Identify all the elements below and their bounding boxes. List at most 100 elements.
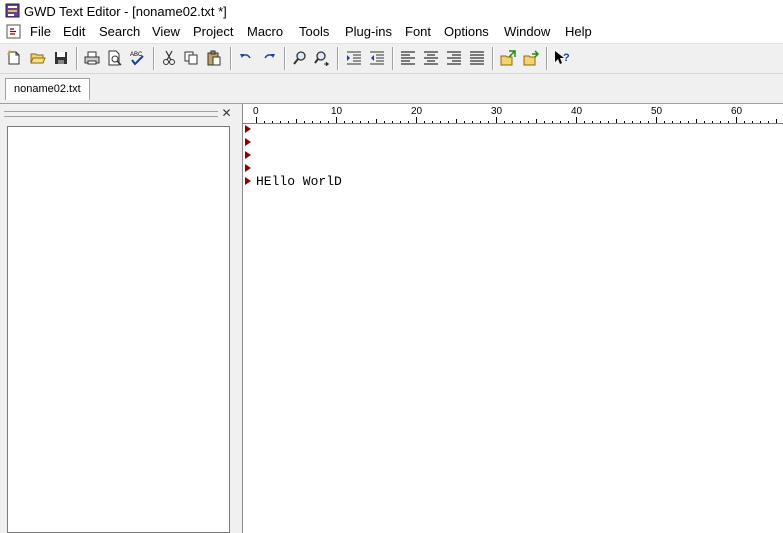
ruler-tick xyxy=(744,121,745,123)
document-tab-bar xyxy=(0,74,783,104)
editor-area[interactable] xyxy=(243,104,783,533)
ruler-tick xyxy=(288,121,289,123)
ruler-tick xyxy=(760,121,761,123)
menu-edit[interactable]: Edit xyxy=(63,24,85,39)
ruler-tick xyxy=(552,121,553,123)
ruler-tick xyxy=(656,117,657,123)
ruler-tick xyxy=(320,121,321,123)
panel-grip[interactable] xyxy=(4,111,218,117)
ruler-tick xyxy=(504,121,505,123)
menu-tools[interactable]: Tools xyxy=(299,24,329,39)
ruler-tick xyxy=(776,119,777,123)
ruler-tick xyxy=(264,121,265,123)
ruler-tick xyxy=(640,121,641,123)
outdent-icon[interactable] xyxy=(367,48,387,68)
menu-window[interactable]: Window xyxy=(504,24,550,39)
menu-macro[interactable]: Macro xyxy=(247,24,283,39)
ruler-tick xyxy=(712,121,713,123)
ruler-tick xyxy=(384,121,385,123)
ruler-tick xyxy=(472,121,473,123)
save-icon[interactable] xyxy=(51,48,71,68)
copy-icon[interactable] xyxy=(181,48,201,68)
ruler-tick xyxy=(352,121,353,123)
toolbar-separator xyxy=(546,47,548,70)
file-list[interactable] xyxy=(7,126,230,533)
app-icon xyxy=(5,3,20,18)
find-replace-icon[interactable] xyxy=(312,48,332,68)
menu-help[interactable]: Help xyxy=(565,24,592,39)
redo-icon[interactable] xyxy=(259,48,279,68)
window-title: GWD Text Editor - [noname02.txt *] xyxy=(24,4,227,19)
print-preview-icon[interactable] xyxy=(105,48,125,68)
align-center-icon[interactable] xyxy=(421,48,441,68)
toolbar-separator xyxy=(492,47,494,70)
line-marker-icon xyxy=(245,138,251,146)
ruler-tick xyxy=(768,121,769,123)
ruler-tick xyxy=(272,121,273,123)
menu-font[interactable]: Font xyxy=(405,24,431,39)
ruler-tick xyxy=(576,117,577,123)
close-icon[interactable]: ✕ xyxy=(220,107,233,120)
align-left-icon[interactable] xyxy=(398,48,418,68)
ruler-tick xyxy=(312,121,313,123)
indent-icon[interactable] xyxy=(344,48,364,68)
ruler-tick xyxy=(360,121,361,123)
menu-search[interactable]: Search xyxy=(99,24,140,39)
menu-project[interactable]: Project xyxy=(193,24,233,39)
menu-plugins[interactable]: Plug-ins xyxy=(345,24,392,39)
ruler-tick xyxy=(704,121,705,123)
ruler-tick xyxy=(344,121,345,123)
ruler-label: 60 xyxy=(731,106,743,117)
ruler-tick xyxy=(528,121,529,123)
ruler-tick xyxy=(600,121,601,123)
toolbar-separator xyxy=(230,47,232,70)
ruler-tick xyxy=(608,121,609,123)
ruler-tick xyxy=(424,121,425,123)
line-marker-icon xyxy=(245,177,251,185)
document-menu-icon[interactable] xyxy=(6,24,21,39)
ruler-label: 0 xyxy=(253,106,259,117)
ruler-tick xyxy=(720,121,721,123)
menu-file[interactable]: File xyxy=(30,24,51,39)
justify-icon[interactable] xyxy=(467,48,487,68)
ruler-tick xyxy=(280,121,281,123)
ruler-tick xyxy=(544,121,545,123)
ruler-tick xyxy=(440,121,441,123)
ruler-tick xyxy=(296,119,297,123)
ruler-tick xyxy=(560,121,561,123)
align-right-icon[interactable] xyxy=(444,48,464,68)
open-folder-icon[interactable] xyxy=(28,48,48,68)
ruler-tick xyxy=(416,117,417,123)
ruler-tick xyxy=(480,121,481,123)
ruler-tick xyxy=(672,121,673,123)
find-icon[interactable] xyxy=(290,48,310,68)
tab-noname02[interactable]: noname02.txt xyxy=(5,78,90,100)
editor-text-line[interactable]: HEllo WorlD xyxy=(256,174,342,189)
ruler-tick xyxy=(536,119,537,123)
menu-options[interactable]: Options xyxy=(444,24,489,39)
cut-icon[interactable] xyxy=(159,48,179,68)
ruler-label: 40 xyxy=(571,106,583,117)
previous-file-icon[interactable] xyxy=(498,48,518,68)
undo-icon[interactable] xyxy=(236,48,256,68)
menu-view[interactable]: View xyxy=(152,24,180,39)
ruler-tick xyxy=(336,117,337,123)
ruler-tick xyxy=(624,121,625,123)
ruler-tick xyxy=(520,121,521,123)
ruler-tick xyxy=(664,121,665,123)
context-help-icon[interactable]: ? xyxy=(552,48,572,68)
toolbar-separator xyxy=(284,47,286,70)
next-file-icon[interactable] xyxy=(521,48,541,68)
ruler-tick xyxy=(728,121,729,123)
print-icon[interactable] xyxy=(82,48,102,68)
paste-icon[interactable] xyxy=(204,48,224,68)
ruler-tick xyxy=(432,121,433,123)
line-marker-icon xyxy=(245,151,251,159)
ruler-tick xyxy=(616,119,617,123)
ruler-tick xyxy=(496,117,497,123)
new-file-icon[interactable] xyxy=(4,48,24,68)
spell-check-icon[interactable]: ABC xyxy=(127,48,147,68)
ruler-tick xyxy=(512,121,513,123)
ruler-tick xyxy=(648,121,649,123)
ruler-tick xyxy=(400,121,401,123)
